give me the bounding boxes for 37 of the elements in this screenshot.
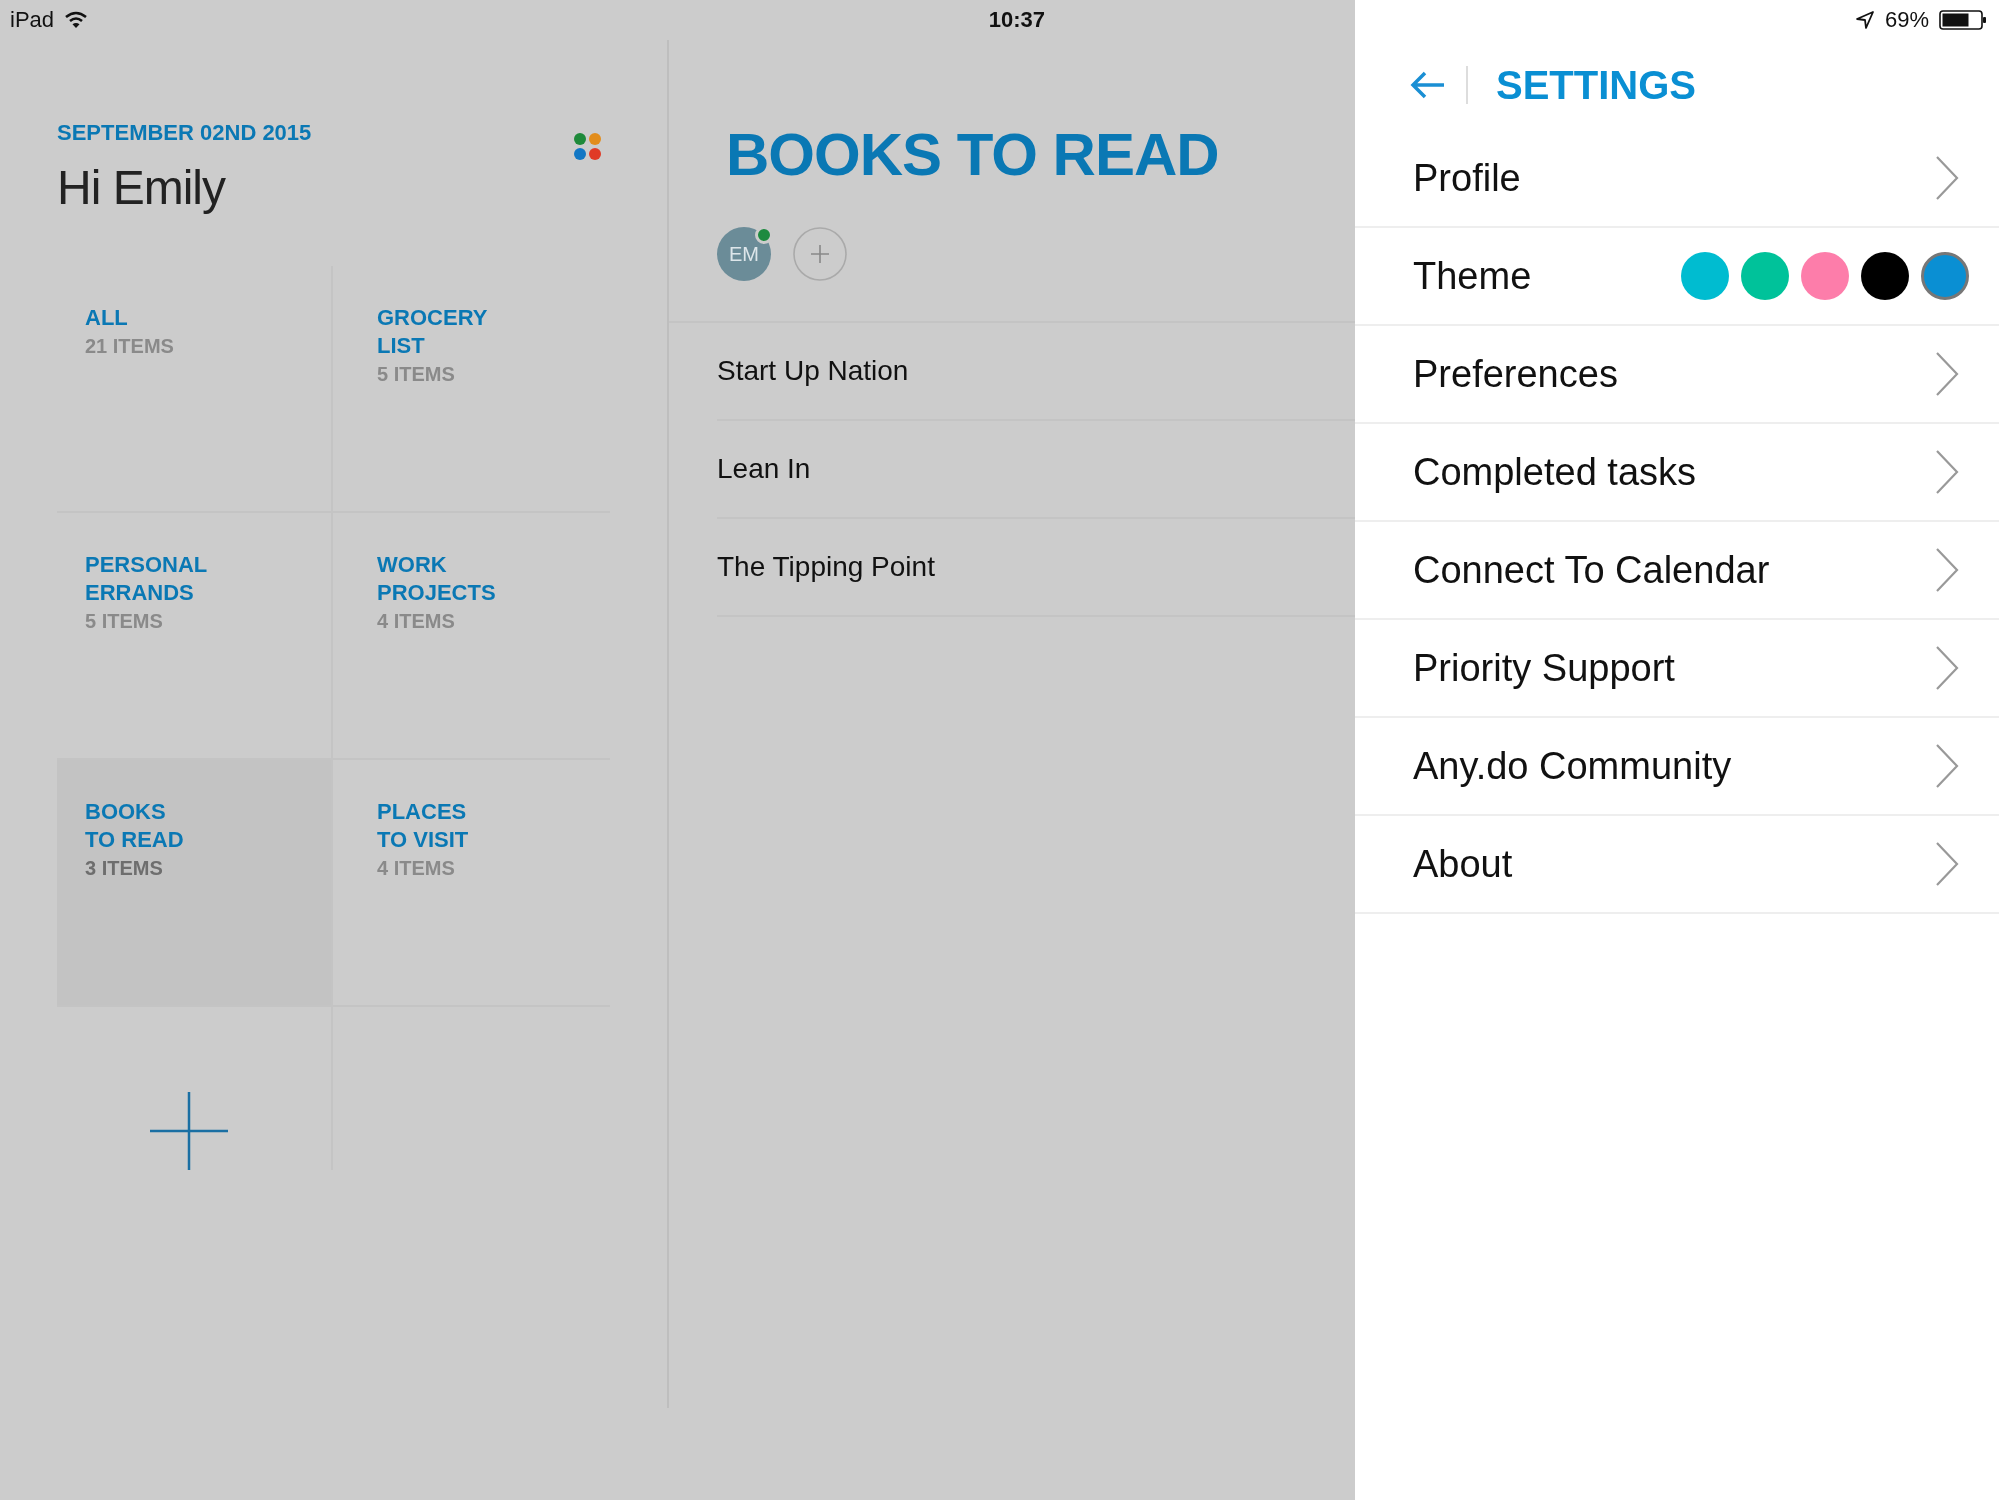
settings-row[interactable]: Preferences [1355, 326, 1999, 424]
theme-swatch[interactable] [1801, 252, 1849, 300]
theme-swatch[interactable] [1741, 252, 1789, 300]
settings-row[interactable]: Profile [1355, 130, 1999, 228]
date-label: SEPTEMBER 02ND 2015 [57, 120, 312, 146]
chevron-right-icon [1935, 547, 1959, 593]
battery-icon [1939, 9, 1987, 31]
chevron-right-icon [1935, 645, 1959, 691]
task-item[interactable]: Lean In [717, 453, 811, 485]
chevron-right-icon [1935, 841, 1959, 887]
chevron-right-icon [1935, 449, 1959, 495]
settings-row[interactable]: Priority Support [1355, 620, 1999, 718]
settings-row[interactable]: Connect To Calendar [1355, 522, 1999, 620]
clock-time: 10:37 [988, 7, 1045, 33]
chevron-right-icon [1935, 155, 1959, 201]
list-title: BOOKS TO READ [726, 120, 1220, 189]
task-item[interactable]: Start Up Nation [717, 355, 909, 387]
task-item[interactable]: The Tipping Point [717, 551, 935, 583]
settings-row[interactable]: About [1355, 816, 1999, 914]
chevron-right-icon [1935, 743, 1959, 789]
theme-swatch[interactable] [1861, 252, 1909, 300]
theme-swatch[interactable] [1921, 252, 1969, 300]
chevron-right-icon [1935, 351, 1959, 397]
add-member-icon[interactable] [793, 227, 847, 281]
location-arrow-icon [1854, 10, 1875, 30]
back-arrow-icon[interactable] [1410, 71, 1446, 99]
settings-row[interactable]: Completed tasks [1355, 424, 1999, 522]
wifi-icon [64, 11, 89, 29]
greeting: Hi Emily [57, 160, 227, 215]
theme-swatch[interactable] [1681, 252, 1729, 300]
add-list-icon[interactable] [150, 1092, 228, 1170]
device-name: iPad [10, 7, 55, 33]
settings-row[interactable]: Any.do Community [1355, 718, 1999, 816]
battery-percent: 69% [1884, 7, 1929, 33]
settings-title: SETTINGS [1496, 62, 1697, 108]
colored-dots-icon[interactable] [573, 132, 603, 162]
theme-label: Theme [1413, 254, 1532, 298]
